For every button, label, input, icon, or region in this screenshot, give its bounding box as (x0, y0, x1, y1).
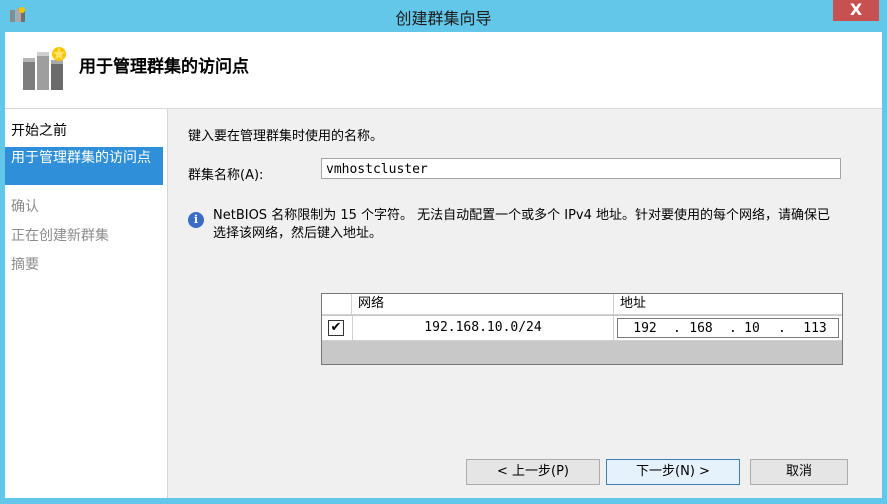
step-creating-cluster: 正在创建新群集 (11, 228, 109, 244)
ip-octet-3[interactable]: 10 (735, 319, 769, 339)
network-checkbox[interactable]: ✔ (328, 320, 344, 336)
cancel-button[interactable]: 取消 (750, 459, 848, 485)
window-title: 创建群集向导 (395, 9, 492, 28)
step-confirmation: 确认 (11, 199, 39, 215)
cluster-name-input[interactable]: vmhostcluster (321, 158, 841, 179)
page-title: 用于管理群集的访问点 (79, 57, 249, 77)
ip-dot: . (778, 321, 786, 336)
network-cell: 192.168.10.0/24 (352, 316, 614, 340)
ip-octet-1[interactable]: 192 (628, 319, 662, 339)
close-icon: X (849, 0, 863, 19)
title-bar: 创建群集向导 X (0, 0, 887, 32)
info-message: NetBIOS 名称限制为 15 个字符。 无法自动配置一个或多个 IPv4 地… (213, 208, 831, 241)
network-grid: 网络 地址 ✔ 192.168.10.0/24 192 . 168 . 10 .… (321, 293, 843, 365)
ip-octet-4[interactable]: 113 (798, 319, 832, 339)
wizard-window: 用于管理群集的访问点 开始之前 用于管理群集的访问点 确认 正在创建新群集 摘要… (5, 32, 882, 498)
wizard-header: 用于管理群集的访问点 (5, 32, 882, 109)
grid-header-network[interactable]: 网络 (352, 294, 614, 314)
info-icon: i (188, 212, 204, 228)
step-access-point[interactable]: 用于管理群集的访问点 (5, 147, 163, 185)
step-summary: 摘要 (11, 257, 39, 273)
next-button[interactable]: 下一步(N) > (606, 459, 740, 485)
grid-header: 网络 地址 (322, 294, 842, 315)
back-button[interactable]: < 上一步(P) (466, 459, 600, 485)
close-button[interactable]: X (833, 0, 879, 21)
grid-header-address[interactable]: 地址 (614, 294, 842, 314)
instruction-text: 键入要在管理群集时使用的名称。 (188, 129, 384, 144)
table-row: ✔ 192.168.10.0/24 192 . 168 . 10 . 113 (322, 316, 842, 341)
wizard-content: 键入要在管理群集时使用的名称。 群集名称(A): vmhostcluster i… (168, 109, 882, 498)
cluster-name-label: 群集名称(A): (188, 168, 264, 183)
ip-octet-2[interactable]: 168 (684, 319, 718, 339)
ip-address-input[interactable]: 192 . 168 . 10 . 113 (617, 318, 839, 338)
step-before-you-begin[interactable]: 开始之前 (5, 123, 163, 139)
grid-header-check (322, 294, 352, 314)
cluster-wizard-icon (23, 47, 66, 90)
wizard-steps: 开始之前 用于管理群集的访问点 确认 正在创建新群集 摘要 (5, 109, 168, 498)
ip-dot: . (673, 321, 681, 336)
